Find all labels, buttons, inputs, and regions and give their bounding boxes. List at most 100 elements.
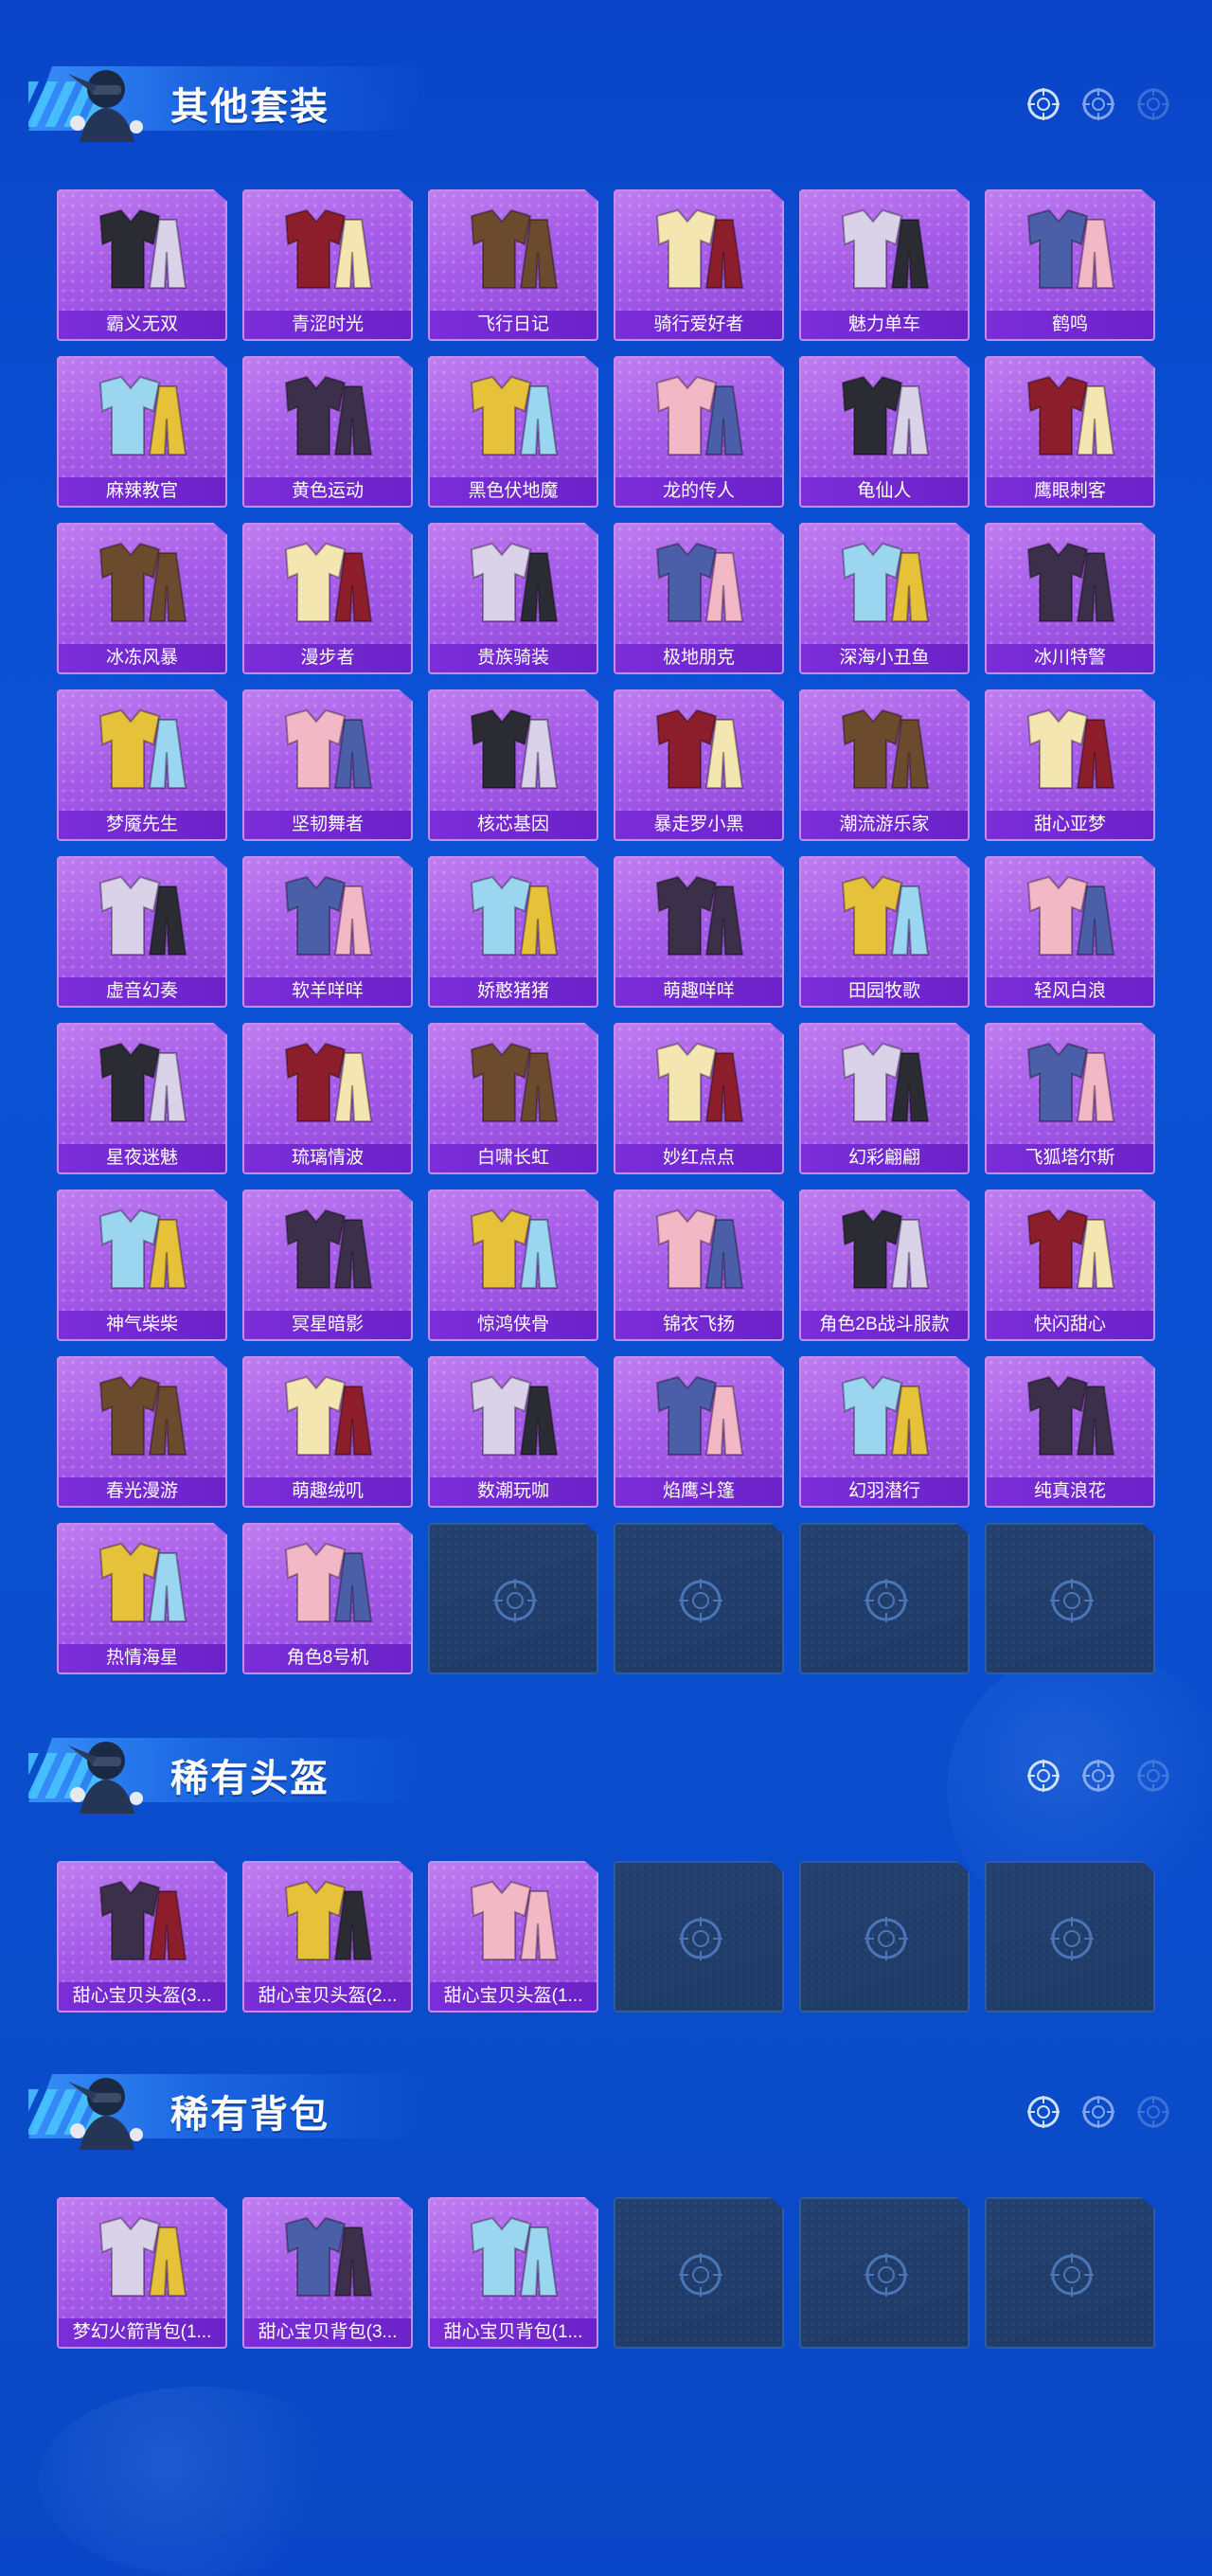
item-name: 纯真浪花 [987, 1477, 1153, 1506]
item-card[interactable]: 萌趣绒叽 [242, 1356, 413, 1508]
item-name: 骑行爱好者 [615, 311, 782, 339]
item-name: 幻彩翩翩 [801, 1144, 968, 1172]
item-name: 飞行日记 [430, 311, 597, 339]
item-card[interactable]: 热情海星 [57, 1523, 227, 1674]
item-card[interactable]: 飞行日记 [428, 189, 598, 341]
item-name: 软羊咩咩 [244, 977, 411, 1006]
item-card[interactable]: 暴走罗小黑 [614, 689, 784, 841]
section-title: 稀有背包 [170, 2094, 330, 2136]
outfit-item-icon [470, 875, 559, 956]
item-card[interactable]: 龟仙人 [799, 356, 970, 508]
item-name: 春光漫游 [59, 1477, 225, 1506]
item-card[interactable]: 麻辣教官 [57, 356, 227, 508]
item-card[interactable]: 霸义无双 [57, 189, 227, 341]
item-card[interactable]: 黄色运动 [242, 356, 413, 508]
item-name: 黑色伏地魔 [430, 477, 597, 506]
item-card[interactable]: 春光漫游 [57, 1356, 227, 1508]
item-name: 魅力单车 [801, 311, 968, 339]
item-card[interactable]: 琉璃情波 [242, 1023, 413, 1174]
item-card[interactable]: 甜心宝贝背包(1... [428, 2197, 598, 2349]
item-card[interactable]: 潮流游乐家 [799, 689, 970, 841]
outfit-item-icon [470, 2216, 559, 2297]
item-card[interactable]: 数潮玩咖 [428, 1356, 598, 1508]
outfit-item-icon [841, 1042, 930, 1122]
item-card[interactable]: 锦衣飞扬 [614, 1190, 784, 1341]
item-name: 妙红点点 [615, 1144, 782, 1172]
item-card[interactable]: 梦魇先生 [57, 689, 227, 841]
item-name: 焰鹰斗篷 [615, 1477, 782, 1506]
outfit-item-icon [470, 1880, 559, 1960]
item-card[interactable]: 龙的传人 [614, 356, 784, 508]
item-name: 暴走罗小黑 [615, 811, 782, 839]
item-card[interactable]: 深海小丑鱼 [799, 523, 970, 674]
item-card[interactable]: 焰鹰斗篷 [614, 1356, 784, 1508]
outfit-item-icon [841, 708, 930, 789]
item-card[interactable]: 甜心宝贝背包(3... [242, 2197, 413, 2349]
item-card[interactable]: 甜心宝贝头盔(3... [57, 1861, 227, 2012]
item-name: 潮流游乐家 [801, 811, 968, 839]
crosshair-icon [864, 1579, 908, 1622]
item-card[interactable]: 虚音幻奏 [57, 856, 227, 1008]
item-card[interactable]: 神气柴柴 [57, 1190, 227, 1341]
item-card[interactable]: 轻风白浪 [985, 856, 1155, 1008]
item-card[interactable]: 骑行爱好者 [614, 189, 784, 341]
item-card[interactable]: 甜心宝贝头盔(2... [242, 1861, 413, 2012]
item-card[interactable]: 娇憨猪猪 [428, 856, 598, 1008]
item-card[interactable]: 萌趣咩咩 [614, 856, 784, 1008]
item-card[interactable]: 飞狐塔尔斯 [985, 1023, 1155, 1174]
outfit-item-icon [284, 1375, 373, 1456]
crosshair-icon [679, 1917, 722, 1960]
item-card[interactable]: 田园牧歌 [799, 856, 970, 1008]
item-name: 萌趣绒叽 [244, 1477, 411, 1506]
background-parachute-decor [38, 2387, 360, 2576]
item-card[interactable]: 角色8号机 [242, 1523, 413, 1674]
item-name: 幻羽潜行 [801, 1477, 968, 1506]
outfit-item-icon [655, 875, 744, 956]
item-card[interactable]: 黑色伏地魔 [428, 356, 598, 508]
item-card[interactable]: 冰冻风暴 [57, 523, 227, 674]
outfit-item-icon [1026, 542, 1115, 622]
item-name: 梦幻火箭背包(1... [59, 2318, 225, 2347]
item-card[interactable]: 鹤鸣 [985, 189, 1155, 341]
item-card[interactable]: 甜心宝贝头盔(1... [428, 1861, 598, 2012]
item-card[interactable]: 妙红点点 [614, 1023, 784, 1174]
section-decor-dots [1025, 85, 1172, 123]
item-card[interactable]: 冥星暗影 [242, 1190, 413, 1341]
outfit-item-icon [284, 708, 373, 789]
outfit-item-icon [98, 542, 187, 622]
outfit-item-icon [1026, 708, 1115, 789]
item-card[interactable]: 梦幻火箭背包(1... [57, 2197, 227, 2349]
outfit-item-icon [98, 375, 187, 456]
empty-slot [614, 2197, 784, 2349]
item-card[interactable]: 漫步者 [242, 523, 413, 674]
item-card[interactable]: 星夜迷魅 [57, 1023, 227, 1174]
item-card[interactable]: 快闪甜心 [985, 1190, 1155, 1341]
empty-slot [614, 1523, 784, 1674]
item-name: 惊鸿侠骨 [430, 1311, 597, 1339]
crosshair-icon [493, 1579, 537, 1622]
empty-slot [985, 1523, 1155, 1674]
item-name: 娇憨猪猪 [430, 977, 597, 1006]
item-card[interactable]: 纯真浪花 [985, 1356, 1155, 1508]
item-card[interactable]: 幻羽潜行 [799, 1356, 970, 1508]
item-card[interactable]: 坚韧舞者 [242, 689, 413, 841]
outfit-item-icon [841, 1208, 930, 1289]
item-card[interactable]: 软羊咩咩 [242, 856, 413, 1008]
item-card[interactable]: 惊鸿侠骨 [428, 1190, 598, 1341]
item-card[interactable]: 魅力单车 [799, 189, 970, 341]
item-card[interactable]: 核芯基因 [428, 689, 598, 841]
item-card[interactable]: 角色2B战斗服款 [799, 1190, 970, 1341]
section-rare-helmets: 稀有头盔 甜心宝贝头盔(3... 甜心宝贝头盔(2... 甜心宝贝头盔(1... [0, 1700, 1212, 2012]
outfit-item-icon [1026, 1208, 1115, 1289]
item-card[interactable]: 极地朋克 [614, 523, 784, 674]
outfit-item-icon [470, 208, 559, 289]
item-card[interactable]: 甜心亚梦 [985, 689, 1155, 841]
item-card[interactable]: 青涩时光 [242, 189, 413, 341]
outfit-item-icon [284, 542, 373, 622]
item-card[interactable]: 冰川特警 [985, 523, 1155, 674]
outfit-item-icon [470, 375, 559, 456]
item-card[interactable]: 幻彩翩翩 [799, 1023, 970, 1174]
item-card[interactable]: 贵族骑装 [428, 523, 598, 674]
item-card[interactable]: 鹰眼刺客 [985, 356, 1155, 508]
item-card[interactable]: 白啸长虹 [428, 1023, 598, 1174]
